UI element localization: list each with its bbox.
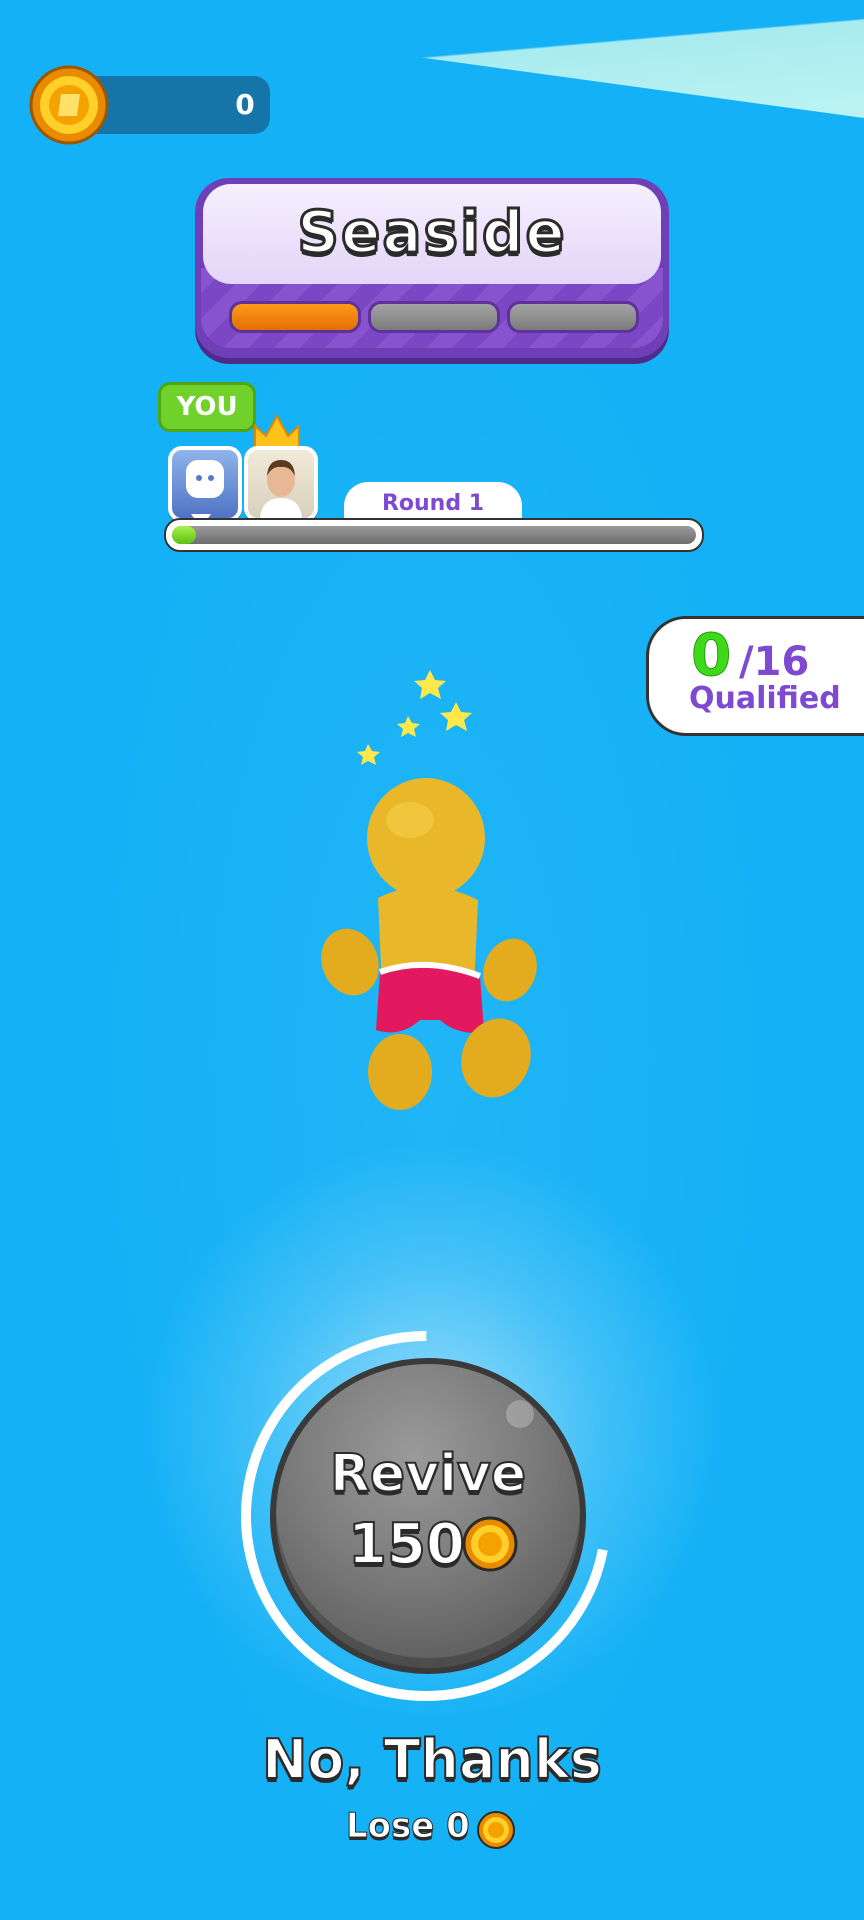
crown-icon: [254, 414, 300, 449]
round-progress-track: [164, 518, 704, 552]
stage-bar-1: [229, 301, 361, 333]
you-tag: YOU: [158, 382, 256, 432]
no-thanks-button[interactable]: No, Thanks: [232, 1727, 632, 1792]
round-progress-bar: [172, 526, 696, 544]
ghost-avatar-icon: [186, 460, 224, 498]
button-gloss: [506, 1400, 534, 1428]
level-banner: Seaside: [195, 178, 669, 358]
banner-title-plate: Seaside: [203, 184, 661, 284]
revive-button[interactable]: Revive 150: [270, 1358, 586, 1674]
coin-icon: [29, 65, 109, 145]
stage-bar-2: [368, 301, 500, 333]
qualified-panel: 0 /16 Qualified: [646, 616, 864, 736]
qualified-total: /16: [739, 639, 810, 685]
lose-coins-text: Lose 0: [346, 1806, 471, 1847]
qualified-count: 0: [690, 621, 732, 690]
qualified-label: Qualified: [689, 681, 841, 716]
rival-portrait-icon: [260, 460, 302, 518]
revive-cost: 150: [347, 1511, 466, 1578]
dizzy-stars-icon: [357, 670, 472, 765]
level-name: Seaside: [296, 197, 567, 268]
player-character: [321, 670, 537, 1110]
coin-count: 0: [235, 88, 255, 121]
player-avatar-rival: [244, 446, 318, 522]
revive-label: Revive: [329, 1443, 527, 1505]
coin-icon: [462, 1516, 518, 1572]
player-avatar-you: [168, 446, 242, 522]
round-progress-fill: [172, 526, 196, 544]
stage-bar-3: [507, 301, 639, 333]
coin-icon: [477, 1811, 515, 1849]
